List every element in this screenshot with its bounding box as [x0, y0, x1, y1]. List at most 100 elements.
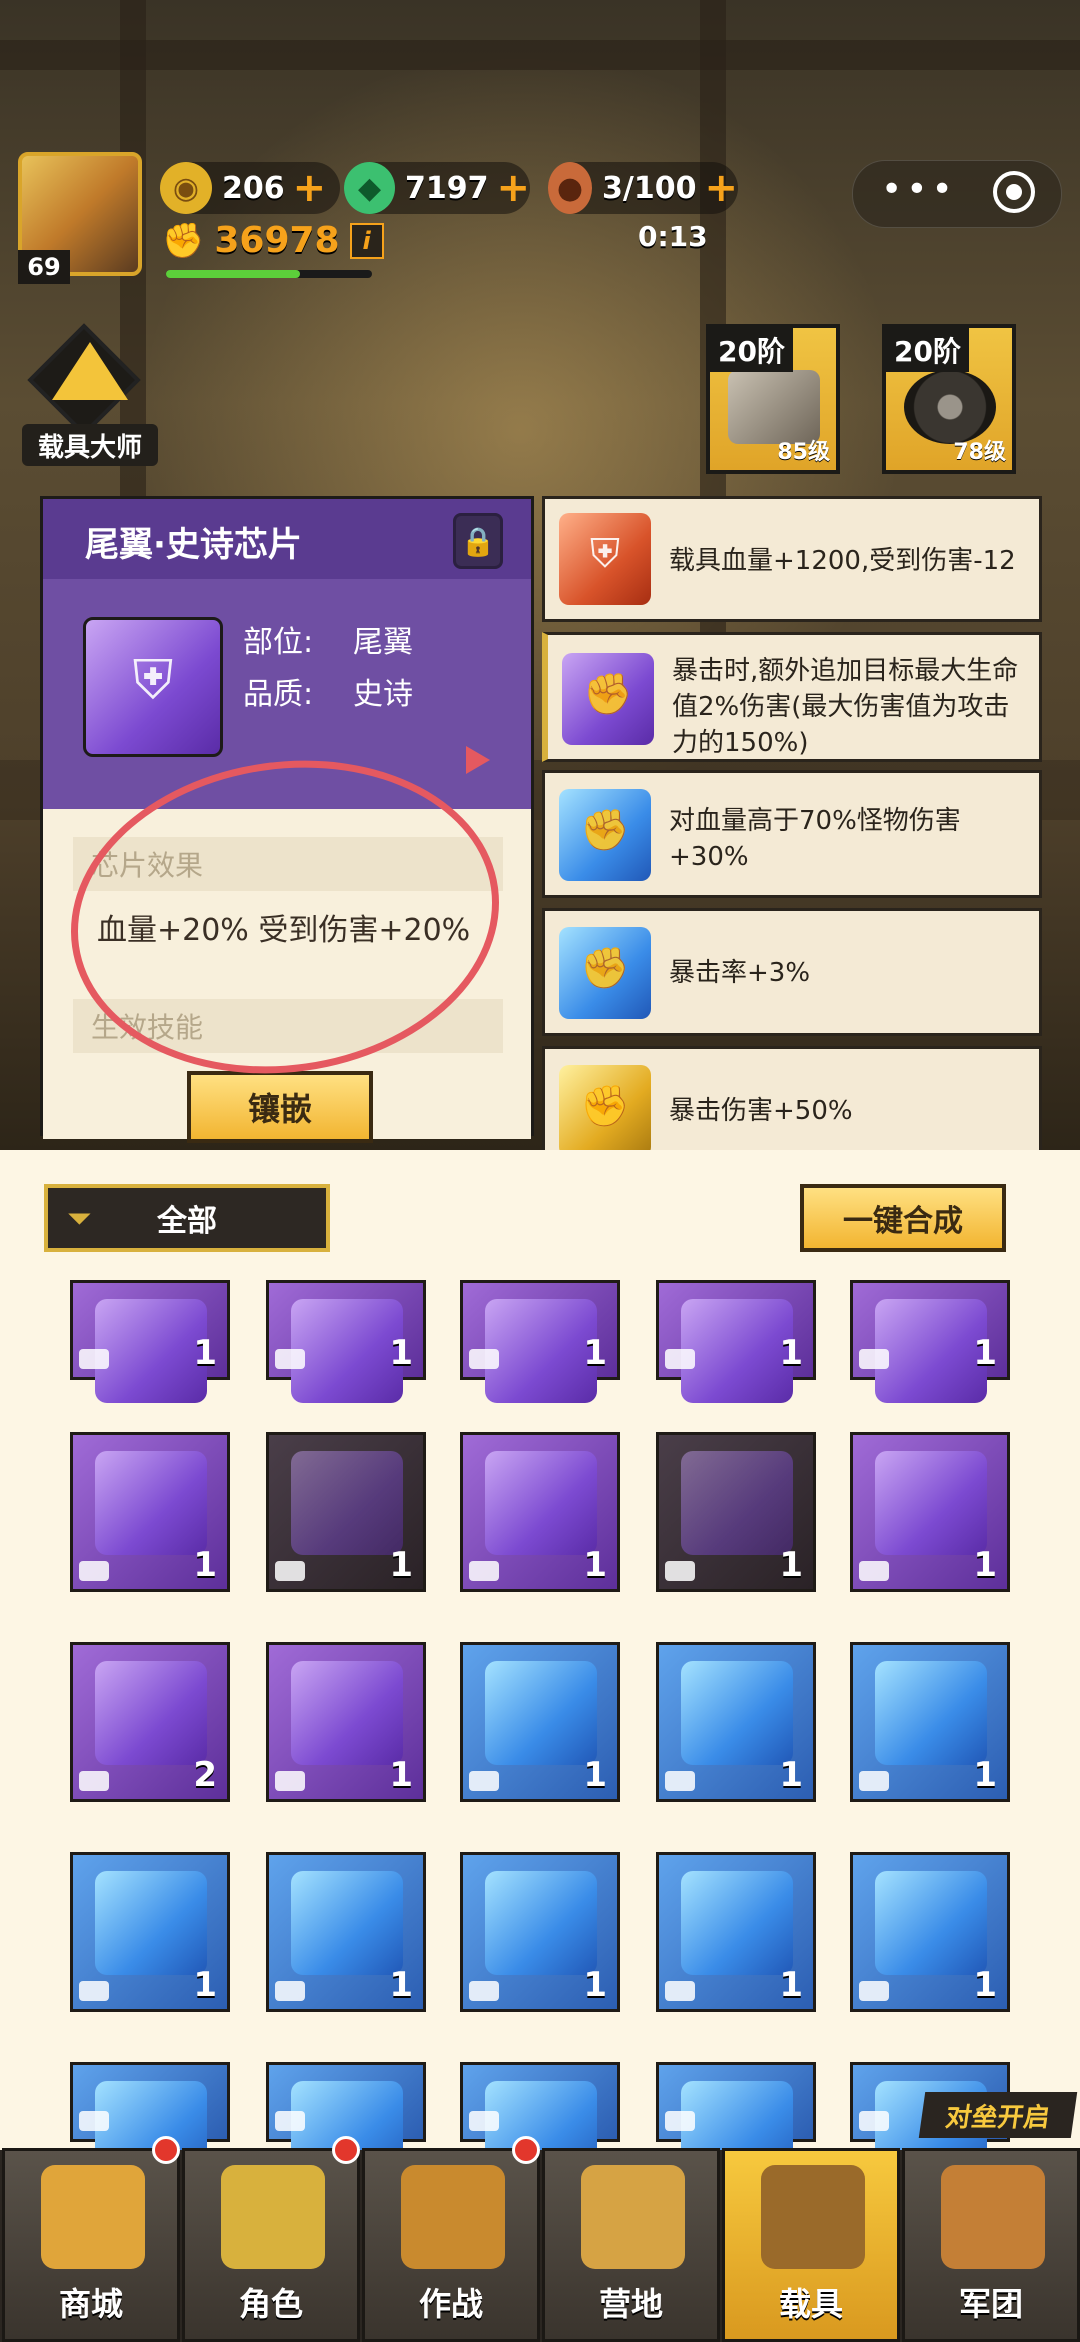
legion-icon — [941, 2165, 1045, 2269]
shield-icon: ⛨ — [132, 648, 174, 712]
energy-resource: ● 3/100 + — [548, 162, 738, 214]
part-level: 78级 — [953, 440, 1006, 465]
tab-cart[interactable]: 商城 — [2, 2148, 180, 2342]
part-type-icon — [469, 1349, 499, 1369]
part-type-icon — [469, 1561, 499, 1581]
inventory-chip[interactable]: 1 — [850, 1280, 1010, 1403]
inventory-chip[interactable]: 2 — [70, 1642, 230, 1802]
skill-text: 暴击伤害+50% — [669, 1096, 853, 1126]
inlay-button[interactable]: 镶嵌 — [187, 1071, 373, 1143]
skill-slot-1[interactable]: ⛨ 载具血量+1200,受到伤害-12 — [542, 496, 1042, 622]
part-type-icon — [665, 1561, 695, 1581]
chip-icon — [875, 1451, 987, 1555]
inventory-chip[interactable]: 1 — [850, 1642, 1010, 1802]
add-gems-button[interactable]: + — [496, 168, 530, 208]
chip-count: 1 — [779, 1755, 803, 1795]
inventory-chip[interactable]: 1 — [460, 1852, 620, 2012]
notification-badge — [332, 2136, 360, 2164]
inventory-chip[interactable]: 1 — [656, 1852, 816, 2012]
part-type-icon — [859, 2111, 889, 2131]
tab-label: 营地 — [598, 2285, 663, 2323]
inventory-chip[interactable]: 1 — [70, 1280, 230, 1403]
tab-character[interactable]: 角色 — [182, 2148, 360, 2342]
chip-icon — [291, 1299, 403, 1403]
inventory-chip[interactable]: 1 — [460, 1642, 620, 1802]
power-info-button[interactable]: i — [349, 222, 384, 259]
chip-icon — [875, 1299, 987, 1403]
chip-icon-purple: ✊ — [562, 653, 654, 745]
skill-slot-4[interactable]: ✊ 暴击率+3% — [542, 908, 1042, 1036]
notification-badge — [152, 2136, 180, 2164]
filter-icon: ⏷ — [68, 1202, 91, 1235]
inventory-chip[interactable]: 1 — [266, 1852, 426, 2012]
chip-icon — [485, 1661, 597, 1765]
chip-icon — [291, 1871, 403, 1975]
inventory-chip[interactable]: 1 — [656, 1642, 816, 1802]
close-miniprogram-icon[interactable] — [993, 171, 1035, 213]
add-energy-button[interactable]: + — [704, 168, 738, 208]
chip-icon — [291, 1451, 403, 1555]
tab-label: 载具 — [778, 2285, 843, 2323]
add-coins-button[interactable]: + — [293, 168, 327, 208]
chip-icon — [485, 1871, 597, 1975]
chip-count: 1 — [973, 1545, 997, 1585]
vehicle-master-label[interactable]: 载具大师 — [22, 424, 158, 466]
notification-badge — [512, 2136, 540, 2164]
chip-icon-gold: ✊ — [559, 1065, 651, 1157]
inventory-chip[interactable]: 1 — [850, 1852, 1010, 2012]
event-banner[interactable]: 对垒开启 — [918, 2092, 1078, 2138]
inventory-chip[interactable]: 1 — [266, 1432, 426, 1592]
inventory-chip[interactable] — [70, 2062, 230, 2185]
chip-icon-red: ⛨ — [559, 513, 651, 605]
auto-merge-button[interactable]: 一键合成 — [800, 1184, 1006, 1252]
chip-count: 1 — [583, 1545, 607, 1585]
tab-legion[interactable]: 军团 — [902, 2148, 1080, 2342]
vehicle-icon — [761, 2165, 865, 2269]
chip-count: 1 — [973, 1965, 997, 2005]
chip-icon — [485, 1299, 597, 1403]
camp-icon — [581, 2165, 685, 2269]
coin-icon: ◉ — [160, 162, 212, 214]
wheel-icon — [904, 370, 996, 444]
tab-camp[interactable]: 营地 — [542, 2148, 720, 2342]
part-type-icon — [79, 1561, 109, 1581]
chip-icon — [485, 1451, 597, 1555]
skill-slot-2[interactable]: ✊ 暴击时,额外追加目标最大生命值2%伤害(最大伤害值为攻击力的150%) — [542, 632, 1042, 762]
filter-dropdown[interactable]: ⏷ 全部 — [44, 1184, 330, 1252]
inventory-chip[interactable] — [656, 2062, 816, 2185]
tab-vehicle[interactable]: 载具 — [722, 2148, 900, 2342]
inventory-chip[interactable]: 1 — [460, 1280, 620, 1403]
part-type-icon — [665, 1349, 695, 1369]
inventory-chip[interactable]: 1 — [656, 1280, 816, 1403]
chip-count: 1 — [389, 1755, 413, 1795]
inventory-chip[interactable]: 1 — [266, 1642, 426, 1802]
part-card-engine[interactable]: 20阶 85级 — [706, 324, 840, 474]
inventory-chip[interactable]: 1 — [656, 1432, 816, 1592]
chip-icon — [875, 1871, 987, 1975]
skill-slot-3[interactable]: ✊ 对血量高于70%怪物伤害+30% — [542, 770, 1042, 898]
part-card-wheel[interactable]: 20阶 78级 — [882, 324, 1016, 474]
energy-count: 3/100 — [602, 170, 697, 206]
inventory-chip[interactable]: 1 — [70, 1432, 230, 1592]
inventory-chip[interactable]: 1 — [850, 1432, 1010, 1592]
tab-label: 角色 — [238, 2285, 303, 2323]
chip-icon-blue: ✊ — [559, 789, 651, 881]
inventory-chip[interactable]: 1 — [266, 1280, 426, 1403]
player-level: 69 — [18, 250, 70, 284]
part-type-icon — [665, 2111, 695, 2131]
mini-program-capsule: ••• — [852, 160, 1062, 228]
part-type-icon — [469, 1981, 499, 2001]
inventory-chip[interactable] — [460, 2062, 620, 2185]
tab-battle[interactable]: 作战 — [362, 2148, 540, 2342]
part-tier: 20阶 — [886, 328, 969, 372]
chip-count: 1 — [583, 1965, 607, 2005]
part-type-icon — [469, 1771, 499, 1791]
part-type-icon — [275, 1771, 305, 1791]
chip-icon — [95, 1451, 207, 1555]
lock-icon[interactable]: 🔒 — [453, 513, 503, 569]
inventory-chip[interactable]: 1 — [70, 1852, 230, 2012]
inventory-chip[interactable] — [266, 2062, 426, 2185]
skill-text: 对血量高于70%怪物伤害+30% — [669, 806, 961, 872]
more-icon[interactable]: ••• — [881, 169, 957, 210]
inventory-chip[interactable]: 1 — [460, 1432, 620, 1592]
